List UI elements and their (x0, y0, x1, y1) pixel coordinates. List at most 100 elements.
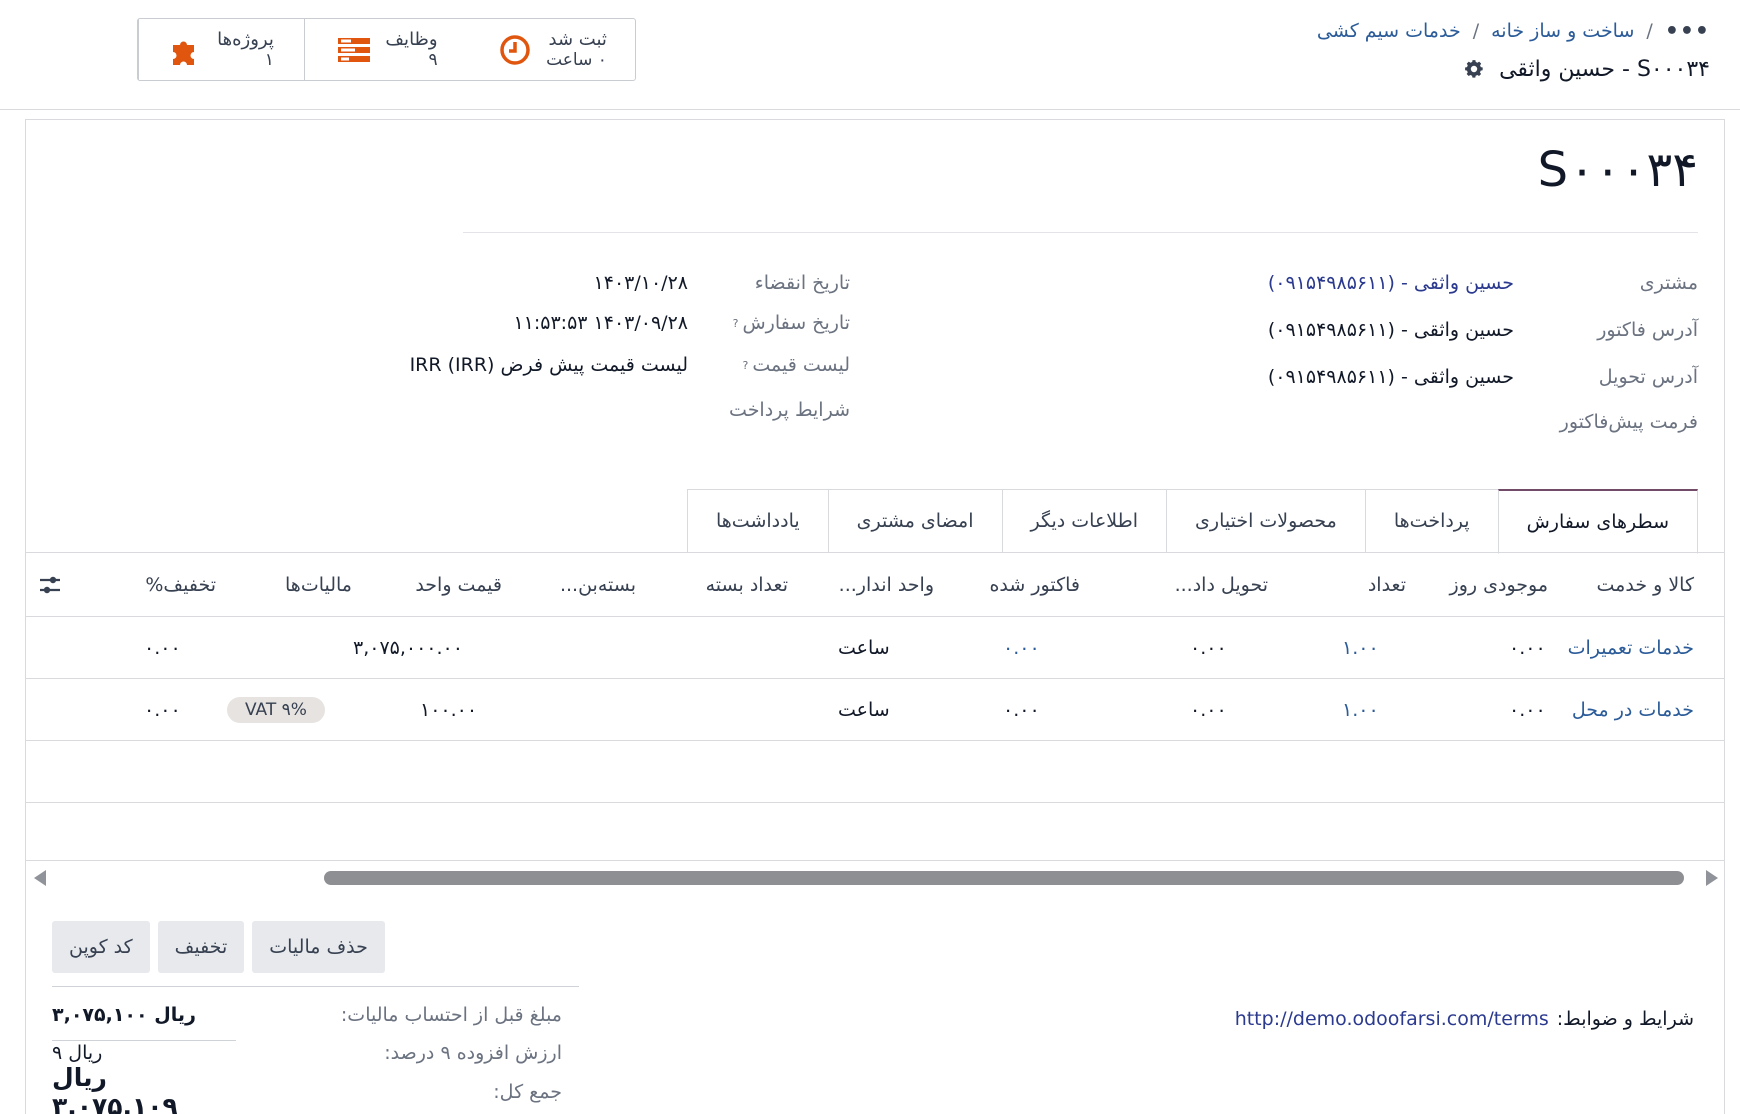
empty-row (26, 741, 1724, 803)
untaxed-label: مبلغ قبل از احتساب مالیات: (340, 1004, 562, 1026)
control-panel: ••• / ساخت و ساز خانه / خدمات سیم کشی S۰… (0, 0, 1740, 110)
record-title-bar: S۰۰۰۳۴ - حسین واثقی (1463, 52, 1710, 86)
help-tooltip-icon[interactable]: ? (743, 359, 749, 372)
terms-and-conditions: شرایط و ضوابط: http://demo.odoofarsi.com… (1235, 1004, 1694, 1034)
tab-order-lines[interactable]: سطرهای سفارش (1497, 489, 1698, 554)
line-delivered: ۰.۰۰ (1190, 698, 1227, 721)
untaxed-value: ریال ۳,۰۷۵,۱۰۰ (52, 1004, 196, 1026)
line-product[interactable]: خدمات در محل (1572, 679, 1694, 740)
delivery-address-value[interactable]: حسین واثقی - (۰۹۱۵۴۹۸۵۶۱۱) (1268, 366, 1514, 388)
invoice-address-value[interactable]: حسین واثقی - (۰۹۱۵۴۹۸۵۶۱۱) (1268, 319, 1514, 341)
line-invoiced: ۰.۰۰ (1003, 636, 1040, 659)
tasks-icon (337, 33, 371, 67)
scrollbar-thumb[interactable] (324, 871, 1684, 885)
delivery-address-label: آدرس تحویل (1598, 366, 1698, 388)
vat-label: ارزش افزوده ۹ درصد: (384, 1042, 562, 1064)
clock-icon (498, 33, 532, 67)
timesheet-smart-button[interactable]: ثبت شد ۰ ساعت (470, 19, 635, 80)
col-discount[interactable]: تخفیف% (145, 553, 216, 616)
line-product[interactable]: خدمات تعمیرات (1568, 617, 1694, 678)
table-row[interactable]: خدمات تعمیرات ۰.۰۰ ۱.۰۰ ۰.۰۰ ۰.۰۰ ساعت ۳… (26, 617, 1724, 679)
total-label: جمع کل: (493, 1081, 562, 1103)
total-divider (52, 1040, 236, 1041)
line-discount[interactable]: ۰.۰۰ (144, 679, 181, 740)
col-delivered[interactable]: تحویل داد... (1175, 553, 1268, 616)
payment-terms-field: شرایط پرداخت (350, 395, 850, 425)
tasks-label: وظایف (385, 28, 438, 50)
line-unit-price[interactable]: ۱۰۰.۰۰ (420, 679, 477, 740)
tab-customer-signature[interactable]: امضای مشتری (827, 489, 1002, 553)
gear-icon[interactable] (1463, 58, 1485, 80)
customer-field: مشتری حسین واثقی - (۰۹۱۵۴۹۸۵۶۱۱) (1228, 268, 1698, 298)
vat-value: ریال ۹ (52, 1042, 103, 1064)
totals-divider (52, 986, 579, 987)
expiration-value[interactable]: ۱۴۰۳/۱۰/۲۸ (594, 272, 688, 294)
breadcrumb-item-task[interactable]: خدمات سیم کشی (1317, 20, 1461, 42)
invoice-address-label: آدرس فاکتور (1597, 319, 1698, 341)
breadcrumb-more-button[interactable]: ••• (1665, 19, 1710, 44)
tax-badge[interactable]: VAT ۹% (227, 696, 325, 723)
tab-notes[interactable]: یادداشت‌ها (686, 489, 828, 553)
smart-buttons: پروژه‌ها ۱ وظایف ۹ (137, 18, 636, 81)
invoice-address-field: آدرس فاکتور حسین واثقی - (۰۹۱۵۴۹۸۵۶۱۱) (1228, 315, 1698, 345)
col-qty[interactable]: تعداد (1368, 553, 1406, 616)
proforma-label: فرمت پیش‌فاکتور (1559, 411, 1698, 433)
col-unit-price[interactable]: قیمت واحد (415, 553, 502, 616)
breadcrumb-separator: / (1472, 20, 1480, 42)
coupon-button[interactable]: کد کوپن (52, 921, 150, 973)
line-uom[interactable]: ساعت (838, 679, 890, 740)
scroll-right-arrow-icon[interactable] (1706, 870, 1718, 886)
line-stock: ۰.۰۰ (1509, 636, 1546, 659)
projects-smart-button[interactable]: پروژه‌ها ۱ (138, 19, 304, 80)
puzzle-icon (169, 33, 203, 67)
discount-button[interactable]: تخفیف (157, 921, 245, 973)
customer-label: مشتری (1639, 272, 1698, 294)
line-uom[interactable]: ساعت (838, 617, 890, 678)
line-unit-price[interactable]: ۳,۰۷۵,۰۰۰.۰۰ (353, 617, 463, 678)
order-lines-table: کالا و خدمت موجودی روز تعداد تحویل داد..… (26, 553, 1724, 861)
tasks-smart-button[interactable]: وظایف ۹ (304, 19, 470, 80)
line-qty[interactable]: ۱.۰۰ (1342, 617, 1379, 678)
terms-link[interactable]: http://demo.odoofarsi.com/terms (1235, 1008, 1549, 1030)
line-discount[interactable]: ۰.۰۰ (144, 617, 181, 678)
col-package-qty[interactable]: تعداد بسته (706, 553, 788, 616)
order-actions: حذف مالیات تخفیف کد کوپن (52, 921, 385, 973)
order-date-value[interactable]: ۱۴۰۳/۰۹/۲۸ ۱۱:۵۳:۵۳ (513, 312, 688, 334)
col-uom[interactable]: واحد اندار... (839, 553, 934, 616)
tab-payments[interactable]: پرداخت‌ها (1364, 489, 1498, 553)
delivery-address-field: آدرس تحویل حسین واثقی - (۰۹۱۵۴۹۸۵۶۱۱) (1228, 362, 1698, 392)
expiration-label: تاریخ انقضاء (754, 272, 850, 294)
customer-value[interactable]: حسین واثقی - (۰۹۱۵۴۹۸۵۶۱۱) (1268, 272, 1514, 294)
col-invoiced[interactable]: فاکتور شده (989, 553, 1080, 616)
help-tooltip-icon[interactable]: ? (733, 317, 739, 330)
tab-optional-products[interactable]: محصولات اختیاری (1166, 489, 1365, 553)
order-date-label: تاریخ سفارش (742, 312, 850, 334)
table-row[interactable]: خدمات در محل ۰.۰۰ ۱.۰۰ ۰.۰۰ ۰.۰۰ ساعت ۱۰… (26, 679, 1724, 741)
line-stock: ۰.۰۰ (1509, 698, 1546, 721)
col-stock[interactable]: موجودی روز (1450, 553, 1548, 616)
record-title: S۰۰۰۳۴ - حسین واثقی (1499, 56, 1710, 82)
proforma-field: فرمت پیش‌فاکتور (1228, 407, 1698, 437)
col-product[interactable]: کالا و خدمت (1597, 553, 1694, 616)
sale-order-name: S۰۰۰۳۴ (1537, 142, 1698, 198)
order-date-field: تاریخ سفارش ? ۱۴۰۳/۰۹/۲۸ ۱۱:۵۳:۵۳ (350, 308, 850, 338)
timesheet-label: ثبت شد (548, 28, 607, 50)
remove-tax-button[interactable]: حذف مالیات (252, 921, 385, 973)
horizontal-scrollbar[interactable] (34, 867, 1718, 889)
total-value: ریال ۳,۰۷۵,۱۰۹ (52, 1063, 178, 1114)
line-qty[interactable]: ۱.۰۰ (1342, 679, 1379, 740)
tasks-count: ۹ (428, 49, 438, 70)
col-packaging[interactable]: بسته‌بن... (560, 553, 636, 616)
breadcrumb-separator: / (1646, 20, 1653, 42)
column-settings-icon[interactable] (38, 573, 62, 597)
timesheet-hours: ۰ ساعت (546, 49, 607, 70)
table-header: کالا و خدمت موجودی روز تعداد تحویل داد..… (26, 553, 1724, 617)
line-taxes: VAT ۹% (227, 679, 325, 740)
projects-label: پروژه‌ها (217, 28, 274, 50)
tab-other-info[interactable]: اطلاعات دیگر (1001, 489, 1167, 553)
col-taxes[interactable]: مالیات‌ها (285, 553, 352, 616)
breadcrumb-item-project[interactable]: ساخت و ساز خانه (1491, 20, 1634, 42)
scroll-left-arrow-icon[interactable] (34, 870, 46, 886)
pricelist-value[interactable]: لیست قیمت پیش فرض (IRR) IRR (410, 354, 688, 376)
notebook-tabs: سطرهای سفارش پرداخت‌ها محصولات اختیاری ا… (686, 489, 1698, 554)
